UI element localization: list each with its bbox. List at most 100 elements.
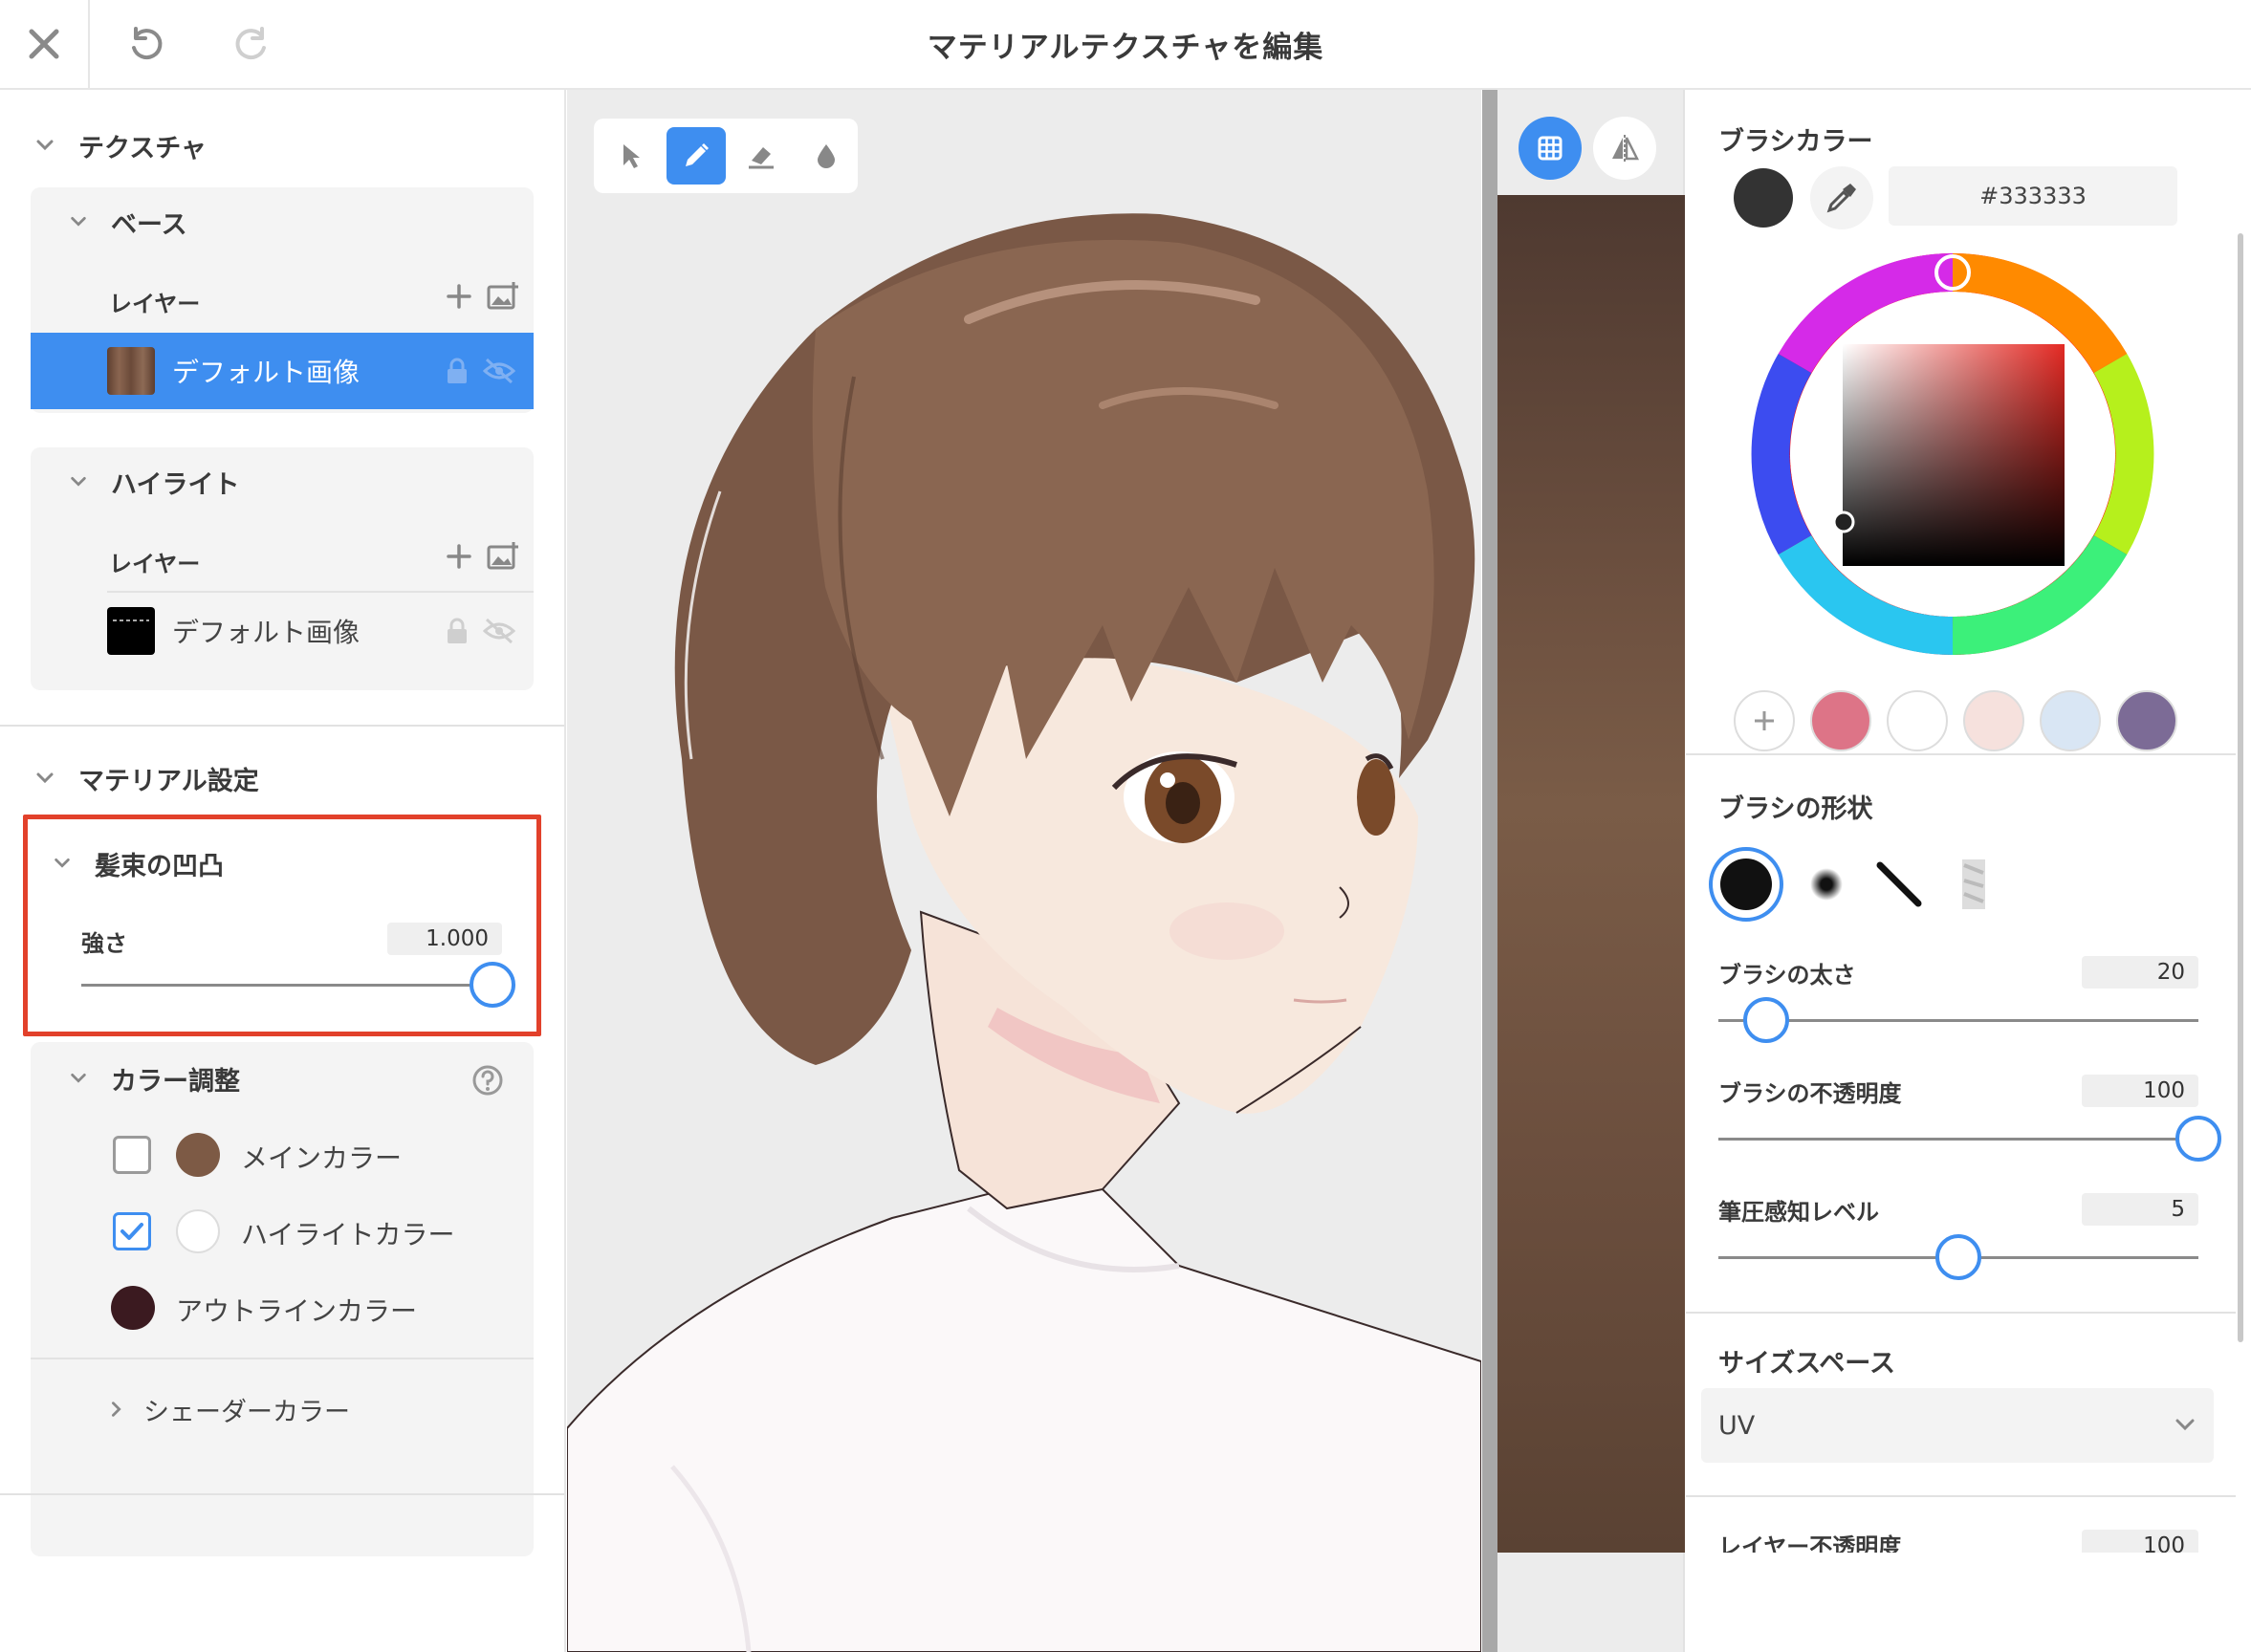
pressure-level-input[interactable]: 5 xyxy=(2082,1193,2198,1226)
lock-icon xyxy=(448,618,467,643)
lock-icon xyxy=(448,358,467,383)
texture-section-label: テクスチャ xyxy=(78,133,207,163)
hide-layer-button[interactable] xyxy=(480,612,518,650)
brush-size-input[interactable]: 20 xyxy=(2082,956,2198,989)
highlight-color-checkbox[interactable] xyxy=(113,1212,151,1250)
brush-opacity-input[interactable]: 100 xyxy=(2082,1075,2198,1107)
avatar-preview xyxy=(567,213,1481,1652)
highlight-card-header[interactable]: ハイライト xyxy=(69,461,239,503)
main-color-swatch[interactable] xyxy=(176,1133,220,1177)
main-color-checkbox[interactable] xyxy=(113,1136,151,1174)
lock-layer-button[interactable] xyxy=(438,612,476,650)
plus-icon xyxy=(447,544,471,569)
viewport-splitter[interactable] xyxy=(1482,90,1497,1652)
fill-tool-button[interactable] xyxy=(797,127,856,185)
mirror-toggle[interactable] xyxy=(1593,117,1656,180)
add-layer-button[interactable] xyxy=(440,537,478,576)
outline-color-label: アウトラインカラー xyxy=(176,1295,418,1327)
redo-icon xyxy=(235,27,266,60)
brush-shape-soft[interactable] xyxy=(1789,847,1864,922)
current-brush-color[interactable] xyxy=(1734,168,1793,228)
layer-opacity-row: レイヤー不透明度 100 xyxy=(1686,1524,2236,1553)
color-preset[interactable] xyxy=(2040,690,2101,751)
layer-opacity-input[interactable]: 100 xyxy=(2082,1530,2198,1553)
strength-value-input[interactable]: 1.000 xyxy=(387,923,502,955)
layer-thumbnail xyxy=(107,347,155,395)
pen-tool-button[interactable] xyxy=(667,127,726,185)
close-button[interactable] xyxy=(0,0,90,88)
plus-icon xyxy=(1755,711,1774,730)
base-card-header[interactable]: ベース xyxy=(69,201,187,243)
section-divider xyxy=(1686,1312,2236,1314)
add-image-layer-button[interactable] xyxy=(484,277,522,315)
hair-bump-header[interactable]: 髪束の凹凸 xyxy=(53,842,224,884)
size-space-value: UV xyxy=(1718,1410,1756,1441)
uv-grid-toggle[interactable] xyxy=(1519,117,1582,180)
chevron-right-icon xyxy=(112,1402,121,1417)
color-preset[interactable] xyxy=(2116,690,2177,751)
highlight-layer-item[interactable]: デフォルト画像 xyxy=(31,593,534,669)
strength-slider-thumb[interactable] xyxy=(470,962,515,1008)
line-brush-icon xyxy=(1876,861,1922,907)
color-preset[interactable] xyxy=(1810,690,1871,751)
close-icon xyxy=(29,29,59,59)
chevron-down-icon xyxy=(36,772,54,784)
sv-handle[interactable] xyxy=(1832,511,1855,533)
right-panel-scrollbar[interactable] xyxy=(2236,233,2245,1342)
eye-off-icon xyxy=(483,358,515,384)
color-adjust-card: カラー調整 メインカラー ハイライトカラー アウトラインカラー シェーダーカラー xyxy=(31,1042,534,1556)
size-space-select[interactable]: UV xyxy=(1701,1388,2214,1463)
3d-viewport[interactable] xyxy=(567,90,1481,1652)
shader-color-row[interactable]: シェーダーカラー xyxy=(107,1388,350,1430)
layer-opacity-label: レイヤー不透明度 xyxy=(1718,1533,1902,1553)
undo-icon xyxy=(132,27,163,60)
lock-layer-button[interactable] xyxy=(438,352,476,390)
add-layer-button[interactable] xyxy=(440,277,478,315)
eraser-tool-button[interactable] xyxy=(732,127,791,185)
color-preset[interactable] xyxy=(1887,690,1948,751)
brush-size-track[interactable] xyxy=(1718,1019,2198,1022)
material-section-header[interactable]: マテリアル設定 xyxy=(34,757,259,799)
undo-button[interactable] xyxy=(115,15,176,73)
material-section-label: マテリアル設定 xyxy=(78,766,259,796)
brush-size-thumb[interactable] xyxy=(1743,997,1790,1043)
scrollbar-thumb[interactable] xyxy=(2238,233,2243,1342)
hex-color-input[interactable]: #333333 xyxy=(1889,166,2177,226)
base-layer-item[interactable]: デフォルト画像 xyxy=(31,333,534,409)
outline-color-swatch[interactable] xyxy=(111,1286,155,1330)
help-button[interactable] xyxy=(469,1061,507,1099)
highlight-layer-label: レイヤー xyxy=(109,551,201,577)
add-image-layer-button[interactable] xyxy=(484,537,522,576)
uv-texture-panel xyxy=(1497,90,1685,1652)
page-title: マテリアルテクスチャを編集 xyxy=(927,30,1324,65)
brush-shape-line[interactable] xyxy=(1862,847,1936,922)
strength-slider-track[interactable] xyxy=(81,984,492,987)
select-tool-button[interactable] xyxy=(601,127,661,185)
size-space-title: サイズスペース xyxy=(1718,1349,1895,1379)
highlight-color-label: ハイライトカラー xyxy=(241,1219,455,1250)
eyedropper-button[interactable] xyxy=(1810,166,1873,229)
brush-opacity-track[interactable] xyxy=(1718,1138,2198,1141)
texture-section-header[interactable]: テクスチャ xyxy=(34,124,207,166)
chevron-down-icon xyxy=(71,1074,86,1083)
brush-size-label: ブラシの太さ xyxy=(1718,962,1856,989)
color-preset[interactable] xyxy=(1963,690,2024,751)
add-preset-button[interactable] xyxy=(1734,690,1795,751)
color-wheel[interactable] xyxy=(1747,249,2158,660)
color-adjust-header[interactable]: カラー調整 xyxy=(69,1057,240,1099)
brush-settings-panel: ブラシカラー #333333 ブラシの形状 ブラシの太さ 20 ブラシの不透明度… xyxy=(1686,90,2251,1652)
hide-layer-button[interactable] xyxy=(480,352,518,390)
color-adjust-title: カラー調整 xyxy=(111,1066,240,1097)
brush-color-title: ブラシカラー xyxy=(1718,127,1873,157)
add-image-icon xyxy=(487,282,518,310)
brush-shape-texture[interactable] xyxy=(1936,847,2011,922)
redo-button[interactable] xyxy=(222,15,283,73)
pressure-level-thumb[interactable] xyxy=(1935,1234,1981,1280)
uv-texture-canvas[interactable] xyxy=(1497,195,1685,1553)
eye-off-icon xyxy=(483,618,515,644)
brush-opacity-thumb[interactable] xyxy=(2175,1116,2221,1162)
highlight-color-swatch[interactable] xyxy=(176,1209,220,1253)
brush-shape-hard[interactable] xyxy=(1709,847,1783,922)
highlight-thumb-icon xyxy=(113,620,149,621)
chevron-down-icon xyxy=(2175,1419,2195,1431)
